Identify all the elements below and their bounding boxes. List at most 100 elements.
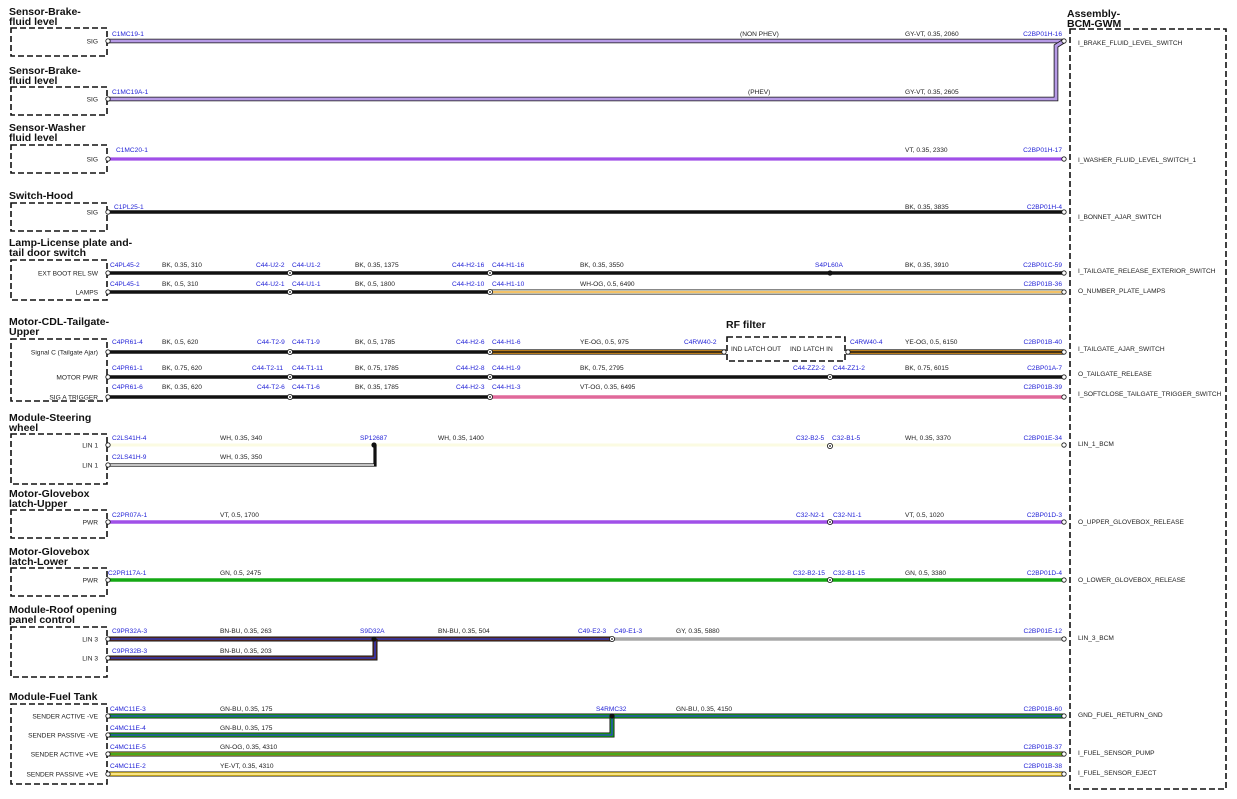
inline-connector-center: [289, 351, 291, 353]
pin-terminal: [1061, 156, 1067, 162]
rf-filter-pin-out: IND LATCH OUT: [731, 346, 781, 353]
pin-terminal: [105, 732, 111, 738]
pin-terminal: [1061, 751, 1067, 757]
pin-terminal: [105, 462, 111, 468]
pin-terminal: [1061, 374, 1067, 380]
pin-terminal: [1061, 713, 1067, 719]
bcm-signal-label: O_UPPER_GLOVEBOX_RELEASE: [1078, 519, 1185, 526]
inline-connector-center: [289, 291, 291, 293]
wire-spec-label: WH, 0.35, 350: [220, 454, 262, 461]
pin-terminal: [1061, 636, 1067, 642]
bcm-signal-label: I_TAILGATE_RELEASE_EXTERIOR_SWITCH: [1078, 268, 1216, 275]
pin-terminal: [1061, 577, 1067, 583]
component-box: [10, 626, 108, 678]
wire-spec-label: BK, 0.35, 310: [162, 262, 202, 269]
inline-connector-center: [489, 272, 491, 274]
pin-terminal: [721, 349, 727, 355]
connector-label: C32-B1-5: [832, 435, 861, 442]
pin-terminal: [1061, 394, 1067, 400]
wire-stripe: [108, 716, 613, 736]
pin-terminal: [1061, 519, 1067, 525]
wire-spec-label: BK, 0.75, 1785: [355, 365, 399, 372]
wire-spec-label: BK, 0.75, 2795: [580, 365, 624, 372]
connector-label: SP12687: [360, 435, 387, 442]
wire-spec-label: BN-BU, 0.35, 504: [438, 628, 490, 635]
connector-label: C44-H1-3: [492, 384, 521, 391]
connector-label: C44-H1-10: [492, 281, 525, 288]
connector-label: C2PR07A-1: [112, 512, 148, 519]
bcm-signal-label: I_BONNET_AJAR_SWITCH: [1078, 214, 1161, 221]
connector-label: C4RW40-2: [684, 339, 717, 346]
wire-spec-label: BN-BU, 0.35, 263: [220, 628, 272, 635]
wire-spec-label: YE-OG, 0.5, 6150: [905, 339, 958, 346]
connector-label: C2BP01E-34: [1024, 435, 1063, 442]
pin-terminal: [105, 374, 111, 380]
component-box: [10, 338, 108, 402]
bcm-signal-label: I_TAILGATE_AJAR_SWITCH: [1078, 346, 1165, 353]
connector-label: C2BP01H-17: [1023, 147, 1062, 154]
wire-spec-label: VT, 0.35, 2330: [905, 147, 948, 154]
connector-label: C44-U2-2: [256, 262, 285, 269]
wiring-diagram: Assembly-BCM-GWMSensor-Brake-fluid level…: [8, 6, 1227, 790]
connector-label: C44-T1-11: [292, 365, 323, 372]
pin-label: SENDER PASSIVE +VE: [26, 772, 98, 779]
splice-point: [827, 270, 833, 276]
connector-label: C44-H2-3: [456, 384, 485, 391]
pin-label: Signal C (Tailgate Ajar): [31, 350, 98, 357]
connector-label: C4MC11E-2: [110, 763, 146, 770]
pin-terminal: [105, 394, 111, 400]
wire-spec-label: BK, 0.35, 3910: [905, 262, 949, 269]
rf-filter-title: RF filter: [726, 319, 766, 331]
component-title: fluid level: [9, 16, 58, 28]
connector-label: C4MC11E-5: [110, 744, 146, 751]
wire-spec-label: VT, 0.5, 1700: [220, 512, 259, 519]
pin-terminal: [105, 577, 111, 583]
bcm-signal-label: I_WASHER_FLUID_LEVEL_SWITCH_1: [1078, 157, 1196, 164]
pin-terminal: [105, 38, 111, 44]
wire-spec-label: WH-OG, 0.5, 6490: [580, 281, 635, 288]
component-title: latch-Upper: [9, 498, 67, 510]
pin-label: LIN 3: [82, 656, 98, 663]
connector-label: C32-N2-1: [796, 512, 825, 519]
wire-spec-label: WH, 0.35, 1400: [438, 435, 484, 442]
pin-label: SIG: [87, 210, 98, 217]
connector-label: C32-B2-5: [796, 435, 825, 442]
wire-spec-label: GY-VT, 0.35, 2060: [905, 31, 959, 38]
connector-label: C2BP01B-60: [1024, 706, 1063, 713]
pin-label: SIG: [87, 157, 98, 164]
wire-spec-label: GN-BU, 0.35, 4150: [676, 706, 732, 713]
component-title: tail door switch: [9, 247, 86, 259]
bcm-signal-label: LIN_3_BCM: [1078, 635, 1114, 642]
wire-spec-label: BK, 0.5, 1800: [355, 281, 395, 288]
bcm-signal-label: I_FUEL_SENSOR_EJECT: [1078, 770, 1156, 777]
connector-label: C9PR32A-3: [112, 628, 148, 635]
inline-connector-center: [289, 376, 291, 378]
connector-label: C4RW40-4: [850, 339, 883, 346]
rf-filter-pin-in: IND LATCH IN: [790, 346, 833, 353]
bcm-signal-label: O_NUMBER_PLATE_LAMPS: [1078, 288, 1166, 295]
component-title: Module-Fuel Tank: [9, 691, 98, 703]
connector-label: C2BP01D-4: [1027, 570, 1063, 577]
connector-label: C2PR117A-1: [108, 570, 147, 577]
wire-spec-label: (PHEV): [748, 89, 770, 96]
pin-label: LIN 1: [82, 443, 98, 450]
splice-point: [609, 713, 615, 719]
connector-label: C44-H2-6: [456, 339, 485, 346]
connector-label: C1PL25-1: [114, 204, 144, 211]
bcm-signal-label: I_BRAKE_FLUID_LEVEL_SWITCH: [1078, 40, 1183, 47]
bcm-signal-label: O_LOWER_GLOVEBOX_RELEASE: [1078, 577, 1186, 584]
pin-label: SIG: [87, 39, 98, 46]
connector-label: C44-T1-9: [292, 339, 320, 346]
wire-spec-label: GN-BU, 0.35, 175: [220, 725, 273, 732]
wire: [108, 716, 614, 737]
pin-label: EXT BOOT REL SW: [38, 271, 99, 278]
connector-label: C2BP01E-12: [1024, 628, 1063, 635]
inline-connector-center: [489, 376, 491, 378]
pin-terminal: [1061, 209, 1067, 215]
pin-label: PWR: [83, 578, 99, 585]
connector-label: S9D32A: [360, 628, 385, 635]
connector-label: C1MC19-1: [112, 31, 144, 38]
connector-label: C2BP01D-3: [1027, 512, 1063, 519]
connector-label: C2BP01B-38: [1024, 763, 1063, 770]
pin-label: SENDER ACTIVE +VE: [31, 752, 99, 759]
